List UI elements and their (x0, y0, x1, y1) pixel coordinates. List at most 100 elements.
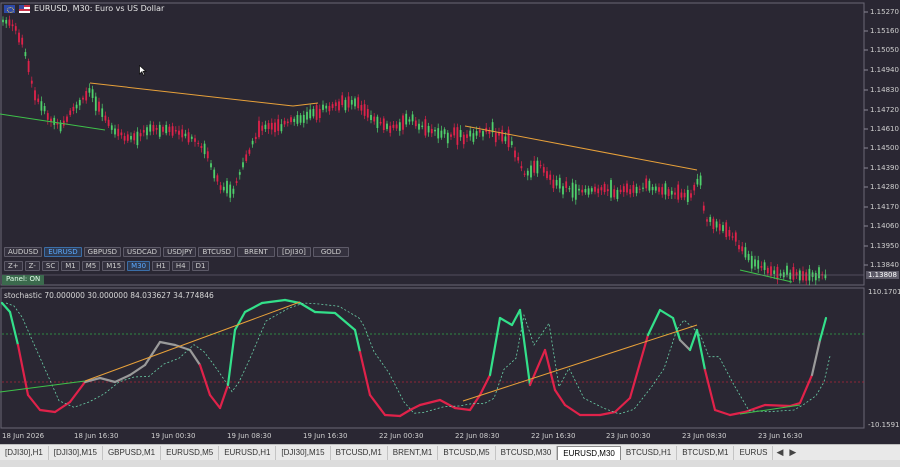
timeframe-button-m15[interactable]: M15 (102, 261, 126, 271)
zoom-out-button[interactable]: Z- (24, 261, 40, 271)
tab-dji30-m15[interactable]: [DJI30],M15 (49, 445, 103, 460)
symbol-button-btcusd[interactable]: BTCUSD (198, 247, 235, 257)
panel-toggle-button[interactable]: Panel: ON (2, 275, 45, 285)
tab-btcusd-h1[interactable]: BTCUSD,H1 (621, 445, 678, 460)
candle-body (530, 165, 532, 178)
tab-scroll-right-icon[interactable]: ▶ (786, 448, 799, 458)
tab-btcusd-m5[interactable]: BTCUSD,M5 (438, 445, 496, 460)
candle-body (382, 118, 385, 131)
candle-body (5, 19, 8, 24)
candle-body (318, 108, 321, 119)
candle-body (635, 186, 638, 194)
candle-body (741, 246, 744, 252)
candle-body (734, 232, 737, 242)
candle-body (328, 105, 331, 112)
candle-body (312, 108, 315, 117)
candle-body (341, 95, 344, 106)
candle-body (600, 187, 603, 191)
candle-body (421, 125, 424, 127)
candle-body (674, 192, 676, 195)
candle-body (622, 186, 625, 193)
symbol-button-eurusd[interactable]: EURUSD (44, 247, 82, 257)
tab-btcusd-m1-2[interactable]: BTCUSD,M1 (677, 445, 735, 460)
tab-eurusd-m30[interactable]: EURUSD,M30 (557, 445, 621, 460)
candle-body (658, 187, 660, 192)
price-label: 1.14940 (870, 66, 899, 74)
timeframe-button-h1[interactable]: H1 (152, 261, 170, 271)
timeframe-button-m30[interactable]: M30 (127, 261, 151, 271)
candle-body (235, 181, 238, 183)
chart-canvas[interactable] (0, 0, 900, 444)
candle-body (469, 130, 472, 137)
tab-eurusd-partial[interactable]: EURUS (734, 445, 774, 460)
symbol-button-gold[interactable]: GOLD (312, 247, 349, 257)
tab-eurusd-h1[interactable]: EURUSD,H1 (219, 445, 277, 460)
candle-body (248, 149, 251, 154)
stochastic-main-segment (383, 413, 402, 418)
candle-body (184, 133, 187, 137)
symbol-button-brent[interactable]: BRENT (236, 247, 275, 257)
chart-title: EURUSD, M30: Euro vs US Dollar (4, 4, 164, 13)
candle-body (360, 105, 363, 111)
candle-body (69, 110, 72, 115)
candle-body (597, 188, 600, 194)
tab-dji30-m15-2[interactable]: [DJI30],M15 (276, 445, 331, 460)
candle-body (200, 146, 203, 149)
candle-body (238, 172, 241, 175)
price-label: 1.14390 (870, 164, 899, 172)
candle-body (168, 126, 171, 133)
tab-eurusd-m5[interactable]: EURUSD,M5 (161, 445, 220, 460)
tab-gbpusd-m1[interactable]: GBPUSD,M1 (103, 445, 162, 460)
candle-body (261, 125, 264, 131)
candle-body (427, 125, 430, 133)
candle-body (325, 105, 328, 109)
zoom-in-button[interactable]: Z+ (4, 261, 23, 271)
tab-scroll-left-icon[interactable]: ◀ (773, 448, 786, 458)
candle-body (616, 189, 619, 199)
candle-body (117, 128, 120, 137)
candle-body (450, 134, 452, 137)
candle-body (2, 19, 4, 23)
candle-body (178, 130, 180, 135)
candle-body (11, 24, 14, 27)
candle-body (251, 140, 254, 145)
candle-body (642, 187, 644, 189)
candle-body (91, 89, 94, 98)
candle-body (747, 253, 750, 261)
tab-btcusd-m30[interactable]: BTCUSD,M30 (496, 445, 558, 460)
timeframe-button-m5[interactable]: M5 (81, 261, 101, 271)
candle-body (555, 179, 558, 186)
tab-dji30-h1[interactable]: [DJI30],H1 (0, 445, 49, 460)
candle-body (334, 102, 337, 107)
price-label: 1.15270 (870, 8, 899, 16)
candle-body (18, 32, 20, 43)
symbol-button-gbpusd[interactable]: GBPUSD (83, 247, 122, 257)
timeframe-button-d1[interactable]: D1 (191, 261, 210, 271)
candle-body (462, 134, 465, 145)
candle-body (683, 192, 686, 198)
price-label: 1.15050 (870, 46, 899, 54)
candle-body (706, 219, 708, 222)
candle-body (565, 181, 568, 188)
candle-body (514, 150, 516, 158)
timeframe-button-m1[interactable]: M1 (61, 261, 80, 271)
tab-btcusd-m1[interactable]: BTCUSD,M1 (331, 445, 388, 460)
screenshot-button[interactable]: SC (41, 261, 60, 271)
candle-body (123, 136, 126, 141)
candle-body (114, 128, 116, 135)
candle-body (187, 132, 190, 143)
symbol-button-usdjpy[interactable]: USDJPY (163, 247, 197, 257)
candle-body (731, 236, 734, 238)
candle-body (558, 177, 561, 189)
price-label: 1.13840 (870, 261, 899, 269)
tab-brent-m1[interactable]: BRENT,M1 (388, 445, 439, 460)
timeframe-button-h4[interactable]: H4 (171, 261, 190, 271)
candle-body (270, 122, 273, 130)
candle-body (523, 173, 526, 175)
candle-body (408, 119, 411, 122)
candle-body (482, 131, 484, 137)
symbol-button-audusd[interactable]: AUDUSD (4, 247, 43, 257)
symbol-button-usdcad[interactable]: USDCAD (123, 247, 162, 257)
candle-body (46, 113, 49, 120)
symbol-button-dji30[interactable]: [DJI30] (276, 247, 311, 257)
